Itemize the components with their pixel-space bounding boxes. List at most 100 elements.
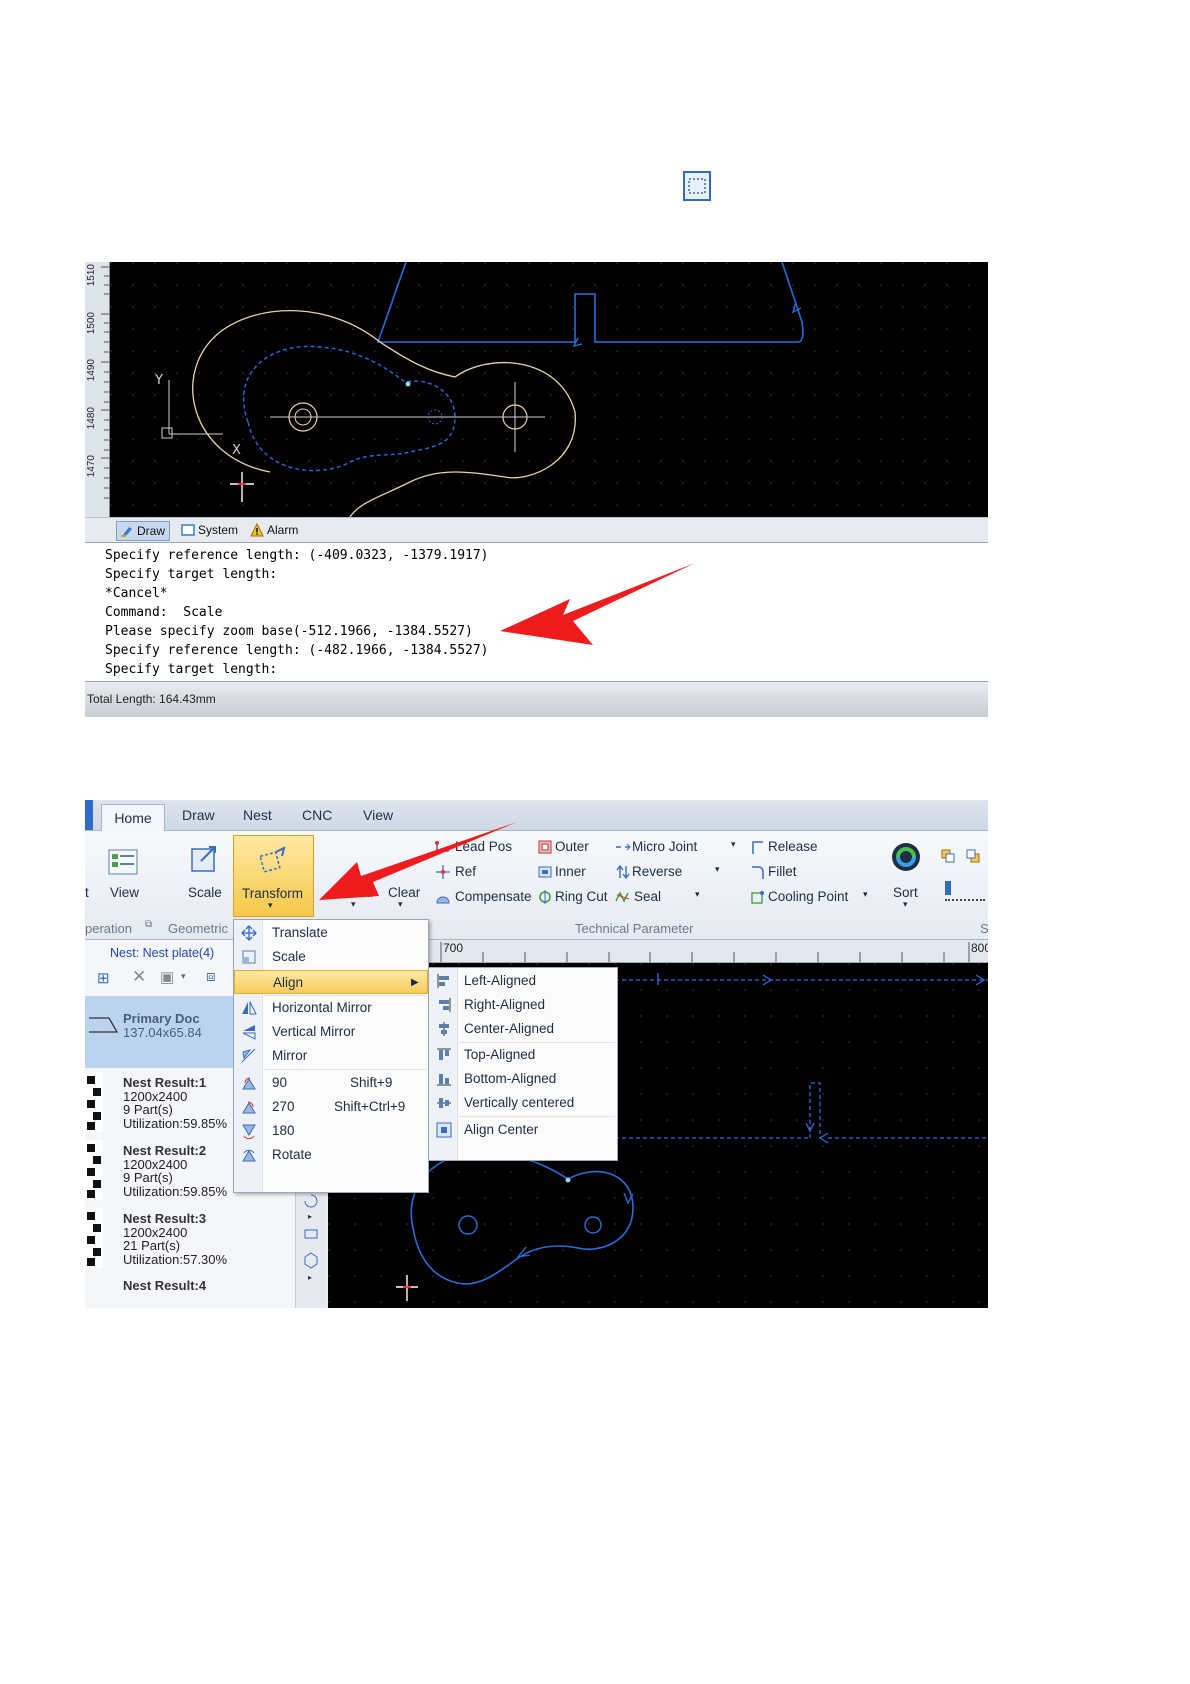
inner-icon	[538, 866, 552, 878]
menu-shortcut: Shift+9	[350, 1075, 393, 1090]
chevron-down-icon[interactable]: ▾	[181, 971, 186, 982]
command-line: Specify target length:	[105, 662, 278, 677]
ruler-label: 700	[443, 941, 464, 955]
menu-item-rotate-270[interactable]: 270 Shift+Ctrl+9	[234, 1095, 428, 1119]
menu-label: Vertically centered	[464, 1095, 575, 1110]
menu-item-vertically-centered[interactable]: Vertically centered	[429, 1091, 617, 1115]
nest-result-title: Nest Result:3	[123, 1211, 207, 1226]
draw-icon	[121, 527, 132, 537]
menu-item-translate[interactable]: Translate	[234, 921, 428, 945]
red-arrow-annotation	[500, 563, 695, 645]
ruler-label: 800	[971, 941, 988, 955]
tab-system[interactable]: System	[178, 521, 242, 539]
menu-label: Mirror	[272, 1048, 308, 1063]
menu-item-align[interactable]: Align ▶	[234, 970, 428, 994]
scale-button[interactable]: Scale	[188, 885, 222, 900]
seal-button[interactable]: Seal	[634, 889, 661, 904]
ribbon-button-partial[interactable]: t	[85, 885, 89, 900]
drawing-canvas[interactable]: Y X	[110, 262, 988, 517]
scale-icon	[191, 846, 216, 872]
menu-item-rotate-90[interactable]: 90 Shift+9	[234, 1071, 428, 1095]
menu-item-rotate[interactable]: Rotate	[234, 1143, 428, 1167]
menu-label: Scale	[272, 949, 306, 964]
tab-home[interactable]: Home	[101, 804, 165, 832]
slider-track[interactable]	[945, 895, 985, 901]
menu-label: Rotate	[272, 1147, 312, 1162]
transform-label: Transform	[242, 886, 304, 901]
group-label-geometric: Geometric	[168, 921, 228, 936]
align-right-icon	[439, 998, 451, 1012]
nest-result-utilization: Utilization:57.30%	[123, 1252, 228, 1267]
cooling-point-button[interactable]: Cooling Point	[768, 889, 848, 904]
menu-item-top-aligned[interactable]: Top-Aligned	[429, 1043, 617, 1067]
tab-label: Alarm	[267, 523, 299, 537]
seal-icon	[615, 891, 630, 903]
rotate-90-icon	[242, 1077, 256, 1090]
ring-cut-button[interactable]: Ring Cut	[555, 889, 608, 904]
tab-alarm[interactable]: Alarm	[247, 521, 302, 539]
menu-item-vertical-mirror[interactable]: Vertical Mirror	[234, 1020, 428, 1044]
menu-label: Top-Aligned	[464, 1047, 536, 1062]
tab-view[interactable]: View	[363, 807, 393, 823]
menu-label: 180	[272, 1123, 295, 1138]
menu-item-right-aligned[interactable]: Right-Aligned	[429, 993, 617, 1017]
command-line: Specify reference length: (-482.1966, -1…	[105, 643, 489, 658]
release-button[interactable]: Release	[768, 839, 818, 854]
micro-joint-button[interactable]: Micro Joint	[632, 839, 697, 854]
menu-item-scale[interactable]: Scale	[234, 945, 428, 969]
menu-item-mirror[interactable]: Mirror	[234, 1044, 428, 1068]
outer-button[interactable]: Outer	[555, 839, 589, 854]
align-left-icon	[437, 974, 449, 988]
menu-item-horizontal-mirror[interactable]: Horizontal Mirror	[234, 996, 428, 1020]
primary-doc-size: 137.04x65.84	[123, 1025, 202, 1040]
dialog-launcher-icon[interactable]: ⧉	[145, 919, 152, 930]
align-submenu: Left-Aligned Right-Aligned Center-Aligne…	[428, 967, 618, 1161]
transform-icon	[259, 846, 286, 873]
transform-button[interactable]: Transform ▾	[233, 835, 314, 917]
rotate-icon	[242, 1149, 256, 1162]
chevron-down-icon: ▾	[695, 889, 700, 899]
tab-nest[interactable]: Nest	[243, 807, 272, 823]
view-button[interactable]: View	[110, 885, 139, 900]
menu-item-left-aligned[interactable]: Left-Aligned	[429, 969, 617, 993]
export-icon[interactable]: ⧈	[206, 968, 216, 985]
sort-button[interactable]: Sort	[893, 885, 918, 900]
nest-tree-icon[interactable]: ⊞	[97, 969, 110, 987]
menu-item-rotate-180[interactable]: 180	[234, 1119, 428, 1143]
fillet-button[interactable]: Fillet	[768, 864, 797, 879]
nest-result-utilization: Utilization:59.85%	[123, 1116, 228, 1131]
cad-screenshot-scale-command: 1510 1500 1490 1480 1470 Y X Draw System…	[85, 262, 988, 717]
sort-icon	[892, 843, 920, 871]
menu-item-align-center[interactable]: Align Center	[429, 1118, 617, 1142]
delete-icon[interactable]: ✕	[132, 967, 146, 987]
fillet-icon	[752, 866, 764, 879]
total-length: Total Length: 164.43mm	[87, 692, 216, 706]
micro-joint-icon	[616, 843, 631, 851]
tab-cnc[interactable]: CNC	[302, 807, 332, 823]
menu-item-center-aligned[interactable]: Center-Aligned	[429, 1017, 617, 1041]
tab-draw[interactable]: Draw	[116, 521, 171, 541]
nest-thumbnail	[85, 1072, 103, 1132]
red-arrow-annotation	[319, 822, 517, 900]
align-bottom-icon	[437, 1074, 451, 1086]
nest-result-parts: 9 Part(s)	[123, 1170, 173, 1185]
svg-text:▸: ▸	[308, 1212, 312, 1221]
inner-button[interactable]: Inner	[555, 864, 586, 879]
canvas-drawing: Y X	[110, 262, 988, 517]
tab-draw[interactable]: Draw	[182, 807, 215, 823]
horizontal-mirror-icon	[242, 1001, 257, 1015]
system-icon	[181, 524, 195, 536]
tab-label: System	[198, 523, 239, 537]
slider-handle[interactable]	[945, 881, 951, 895]
primary-doc-title: Primary Doc	[123, 1011, 200, 1026]
app-button[interactable]	[85, 800, 93, 830]
nest-plate-label[interactable]: Nest: Nest plate(4)	[110, 946, 214, 960]
menu-label: 270	[272, 1099, 295, 1114]
nest-thumbnail	[85, 1140, 103, 1200]
menu-label: Vertical Mirror	[272, 1024, 356, 1039]
menu-item-bottom-aligned[interactable]: Bottom-Aligned	[429, 1067, 617, 1091]
command-line: Please specify zoom base(-512.1966, -138…	[105, 624, 473, 639]
chevron-down-icon: ▾	[731, 839, 736, 849]
save-icon[interactable]: ▣	[160, 968, 174, 986]
reverse-button[interactable]: Reverse	[632, 864, 682, 879]
